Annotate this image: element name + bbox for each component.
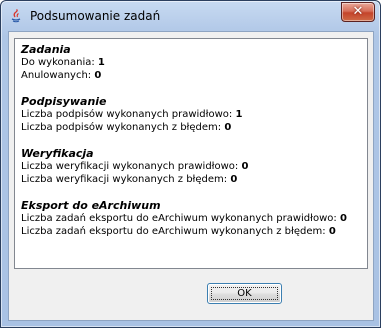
row-label: Liczba weryfikacji wykonanych prawidłowo… <box>21 161 242 172</box>
summary-panel: Zadania Do wykonania: 1 Anulowanych: 0 P… <box>14 38 368 269</box>
close-icon: ✕ <box>352 4 364 19</box>
section-heading-podpisywanie: Podpisywanie <box>21 95 107 108</box>
focus-ring <box>211 287 278 300</box>
title-bar[interactable]: Podsumowanie zadań ✕ <box>1 1 380 31</box>
section-heading-zadania: Zadania <box>21 43 71 56</box>
close-button[interactable]: ✕ <box>341 2 375 22</box>
summary-row: Liczba weryfikacji wykonanych prawidłowo… <box>21 160 363 173</box>
summary-row: Anulowanych: 0 <box>21 69 363 82</box>
summary-row: Liczba zadań eksportu do eArchiwum wykon… <box>21 212 363 225</box>
summary-row: Liczba zadań eksportu do eArchiwum wykon… <box>21 225 363 238</box>
row-value: 0 <box>224 122 232 133</box>
dialog-body: Zadania Do wykonania: 1 Anulowanych: 0 P… <box>8 31 374 321</box>
row-label: Liczba podpisów wykonanych prawidłowo: <box>21 109 236 120</box>
row-label: Liczba weryfikacji wykonanych z błędem: <box>21 174 231 185</box>
row-label: Anulowanych: <box>21 70 95 81</box>
row-value: 0 <box>94 70 102 81</box>
row-value: 0 <box>241 161 249 172</box>
row-value: 1 <box>97 57 105 68</box>
summary-row: Liczba podpisów wykonanych z błędem: 0 <box>21 121 363 134</box>
java-app-icon <box>11 9 21 23</box>
summary-row: Do wykonania: 1 <box>21 56 363 69</box>
window-title: Podsumowanie zadań <box>30 9 161 23</box>
section-heading-weryfikacja: Weryfikacja <box>21 147 94 160</box>
summary-content: Zadania Do wykonania: 1 Anulowanych: 0 P… <box>21 43 363 238</box>
summary-row: Liczba podpisów wykonanych prawidłowo: 1 <box>21 108 363 121</box>
dialog-window: Podsumowanie zadań ✕ Zadania Do wykonani… <box>0 0 381 328</box>
row-value: 1 <box>235 109 243 120</box>
row-label: Liczba zadań eksportu do eArchiwum wykon… <box>21 213 340 224</box>
summary-row: Liczba weryfikacji wykonanych z błędem: … <box>21 173 363 186</box>
row-value: 0 <box>339 213 347 224</box>
row-value: 0 <box>230 174 238 185</box>
row-label: Do wykonania: <box>21 57 98 68</box>
row-label: Liczba podpisów wykonanych z błędem: <box>21 122 225 133</box>
row-label: Liczba zadań eksportu do eArchiwum wykon… <box>21 226 329 237</box>
ok-button[interactable]: OK <box>207 283 282 304</box>
section-heading-eksport: Eksport do eArchiwum <box>21 199 161 212</box>
row-value: 0 <box>328 226 336 237</box>
